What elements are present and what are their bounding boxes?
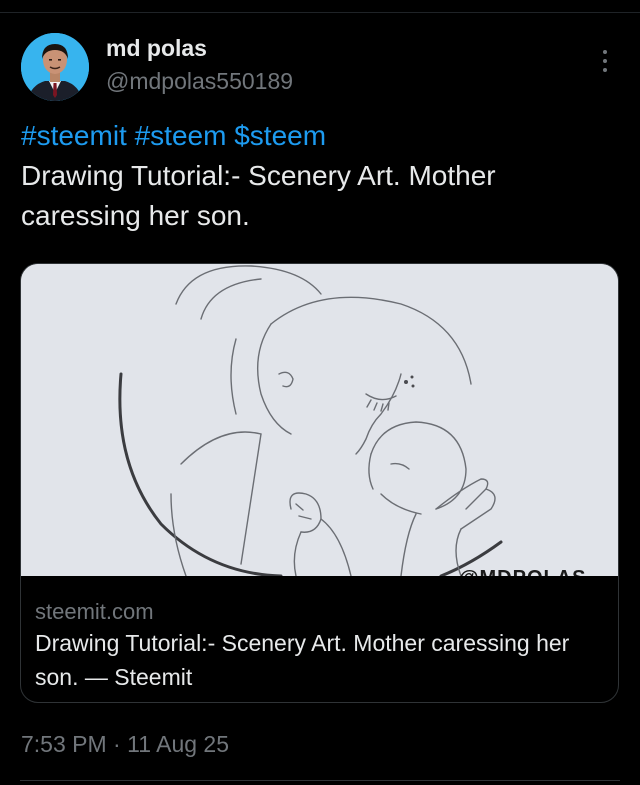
more-options-button[interactable] xyxy=(593,46,617,76)
tweet-timestamp[interactable]: 7:53 PM · 11 Aug 25 xyxy=(21,731,229,758)
timestamp-time[interactable]: 7:53 PM xyxy=(21,731,107,757)
top-divider xyxy=(0,12,640,13)
author-name[interactable]: md polas xyxy=(106,35,207,62)
tweet-body: Drawing Tutorial:- Scenery Art. Mother c… xyxy=(21,160,496,231)
more-vertical-icon xyxy=(603,50,607,72)
hashtag-steem[interactable]: #steem xyxy=(135,120,227,151)
watermark-text: @MDPOLAS xyxy=(459,567,587,576)
timestamp-date[interactable]: 11 Aug 25 xyxy=(127,731,229,757)
avatar-image xyxy=(21,33,89,101)
card-domain: steemit.com xyxy=(35,599,154,624)
hashtag-row: #steemit #steem $steem xyxy=(21,116,601,156)
pencil-drawing-image: @MDPOLAS xyxy=(21,264,618,576)
link-card[interactable]: @MDPOLAS steemit.com Drawing Tutorial:- … xyxy=(20,263,619,703)
cashtag-steem[interactable]: $steem xyxy=(234,120,326,151)
timestamp-separator: · xyxy=(113,731,121,757)
card-image[interactable]: @MDPOLAS xyxy=(21,264,618,576)
hashtag-steemit[interactable]: #steemit xyxy=(21,120,127,151)
bottom-divider xyxy=(20,780,620,781)
tweet-text: #steemit #steem $steem Drawing Tutorial:… xyxy=(21,116,601,236)
card-title: Drawing Tutorial:- Scenery Art. Mother c… xyxy=(35,630,570,690)
author-handle[interactable]: @mdpolas550189 xyxy=(106,68,293,95)
avatar[interactable] xyxy=(21,33,89,101)
